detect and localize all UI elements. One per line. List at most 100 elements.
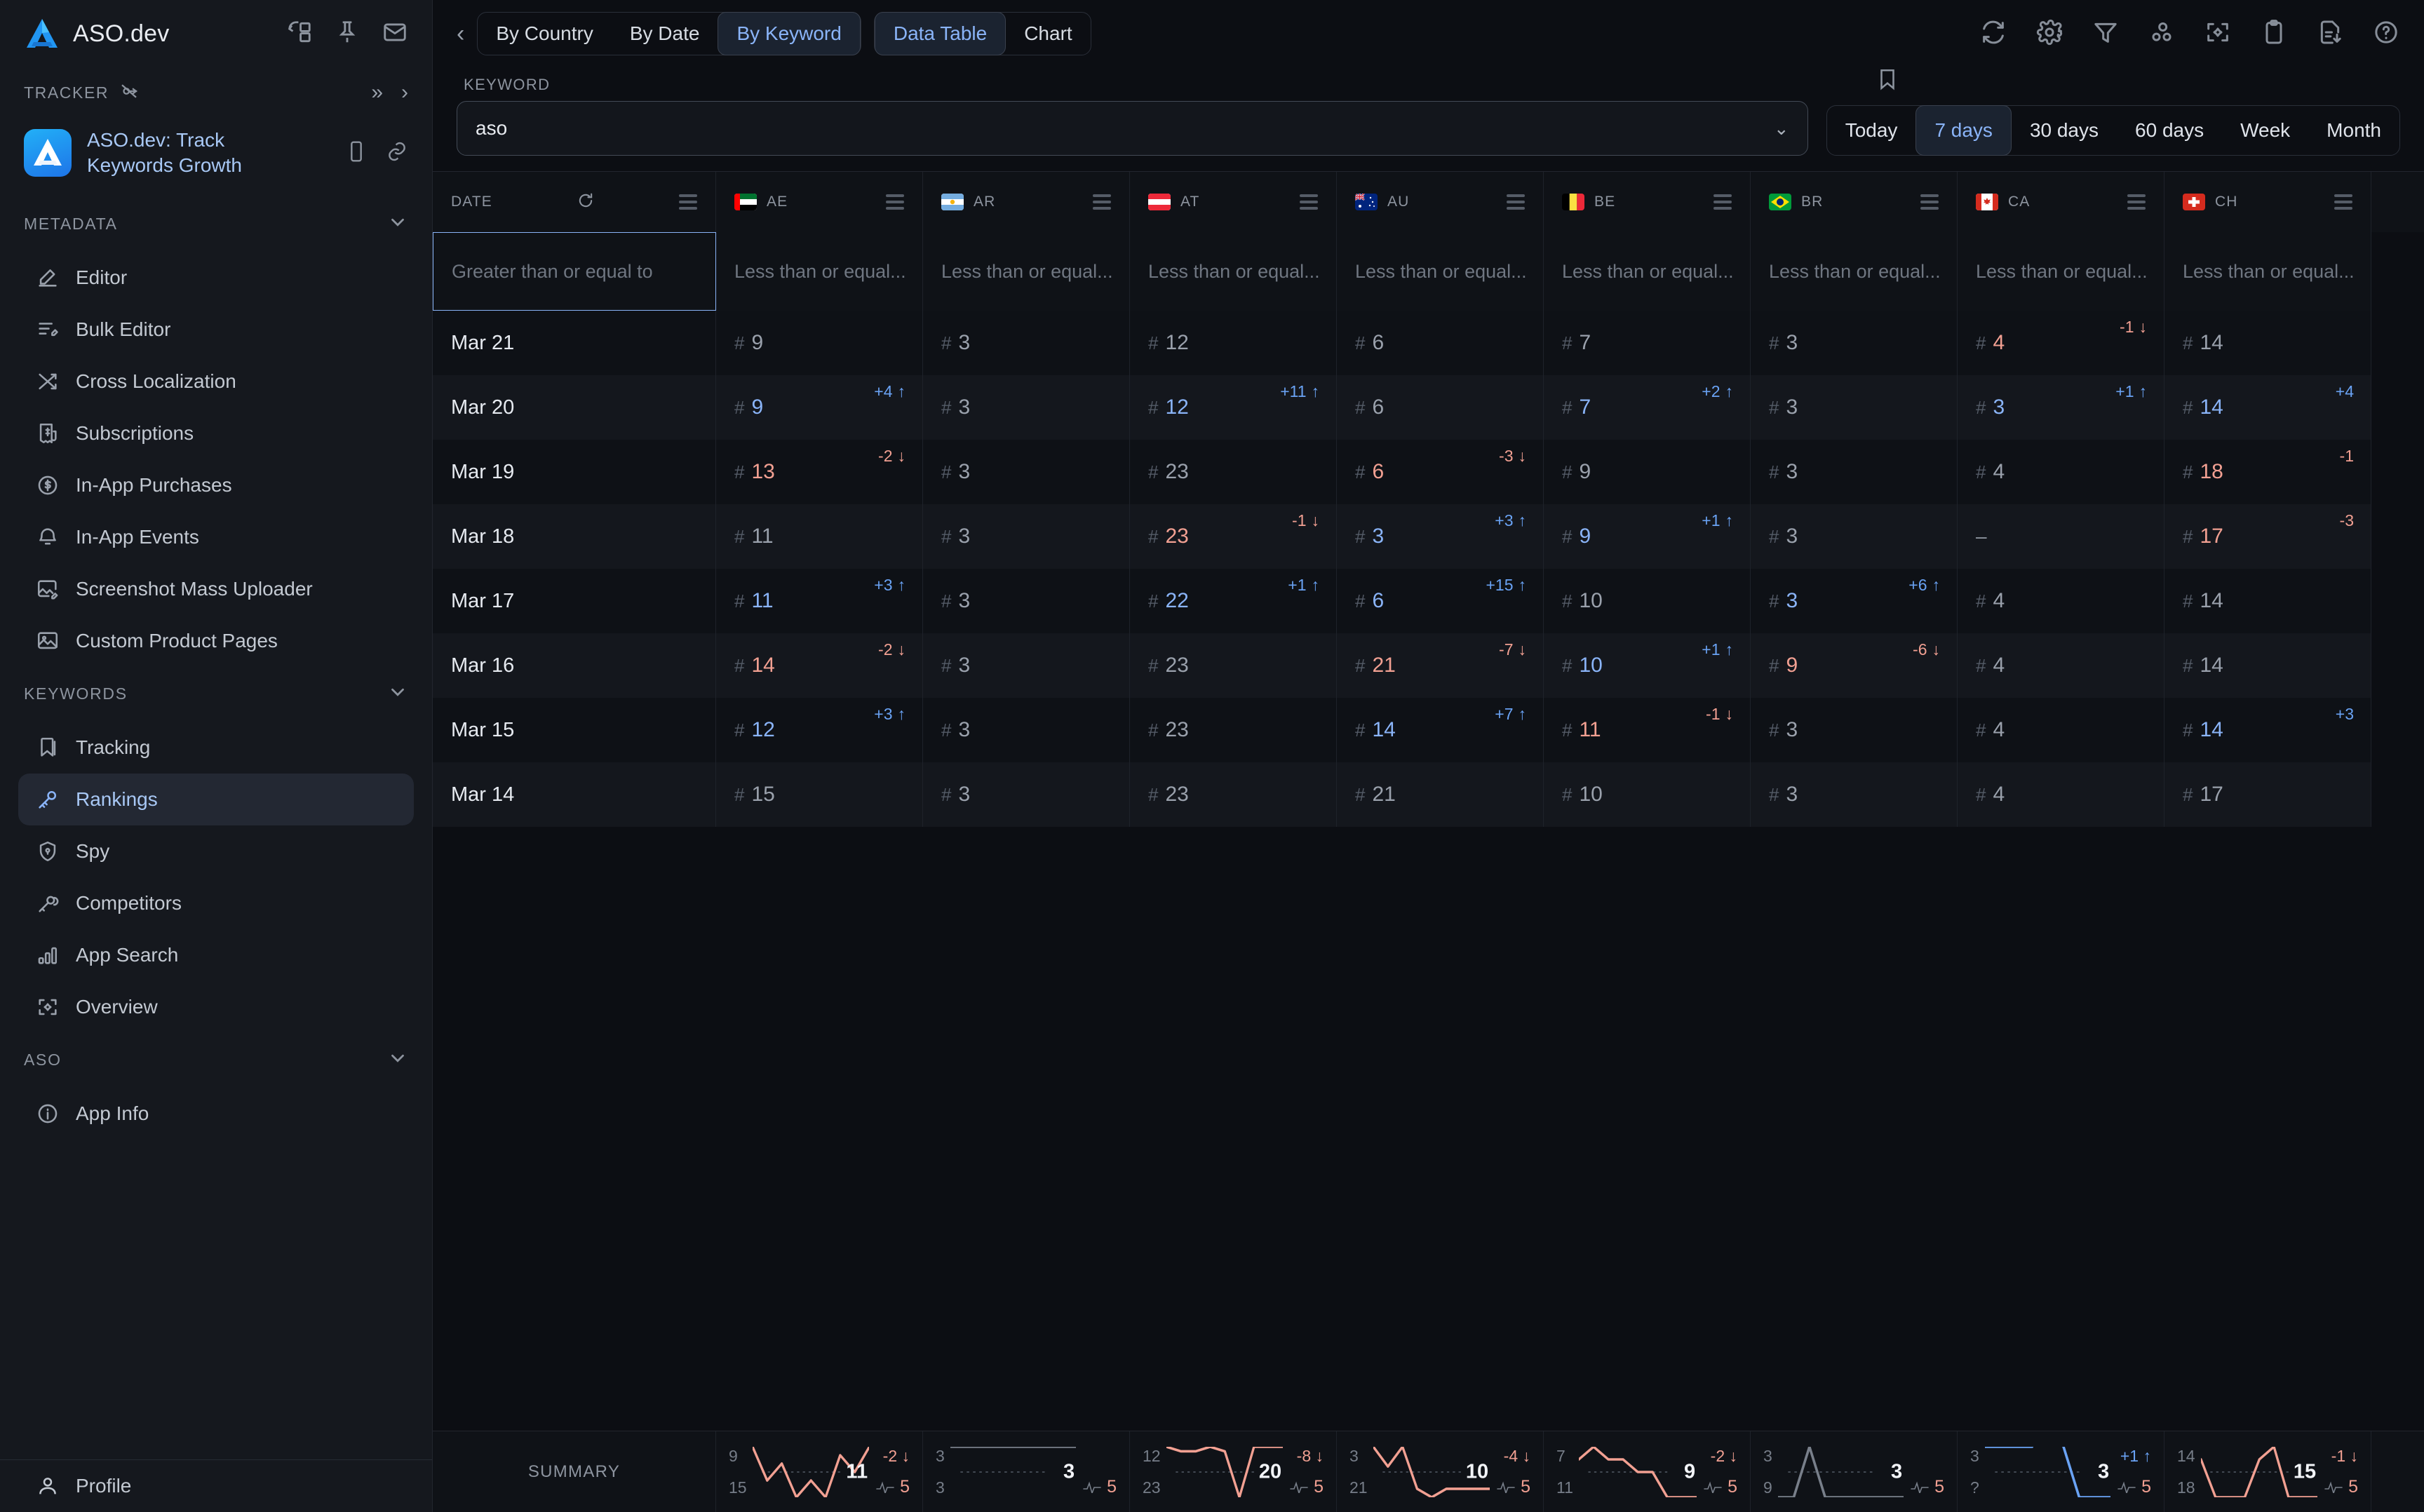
- cell-at[interactable]: #22 +1 ↑: [1130, 569, 1337, 633]
- filter-input-be[interactable]: Less than or equal...: [1544, 232, 1751, 311]
- keyword-select[interactable]: aso ⌄: [457, 101, 1808, 156]
- column-menu-icon[interactable]: [1920, 194, 1939, 210]
- column-header-au[interactable]: AU: [1337, 172, 1544, 232]
- cell-ar[interactable]: #3: [923, 375, 1130, 440]
- cell-ch[interactable]: #14 +4: [2164, 375, 2371, 440]
- filter-input-br[interactable]: Less than or equal...: [1751, 232, 1958, 311]
- cell-ae[interactable]: #9: [716, 311, 923, 375]
- filter-icon[interactable]: [2092, 18, 2120, 50]
- cell-ca[interactable]: #4: [1958, 762, 2164, 827]
- table-row[interactable]: Mar 21 #9 #3 #12 #6 #7 #3 #4 -1 ↓ #14: [433, 311, 2424, 375]
- summary-cell-ch[interactable]: 14 18 15 -1 ↓ 5: [2164, 1431, 2371, 1512]
- table-row[interactable]: Mar 20 #9 +4 ↑ #3 #12 +11 ↑ #6 #7 +2 ↑ #3 #3 +1 ↑ #1…: [433, 375, 2424, 440]
- cell-br[interactable]: #3: [1751, 375, 1958, 440]
- summary-cell-br[interactable]: 3935: [1751, 1431, 1958, 1512]
- filter-input-at[interactable]: Less than or equal...: [1130, 232, 1337, 311]
- summary-cell-be[interactable]: 7 11 9 -2 ↓ 5: [1544, 1431, 1751, 1512]
- cell-ca[interactable]: –: [1958, 504, 2164, 569]
- tab-data-table[interactable]: Data Table: [874, 12, 1006, 55]
- cell-ar[interactable]: #3: [923, 762, 1130, 827]
- cell-be[interactable]: #11 -1 ↓: [1544, 698, 1751, 762]
- cell-ar[interactable]: #3: [923, 698, 1130, 762]
- cell-ar[interactable]: #3: [923, 504, 1130, 569]
- sidebar-item-editor[interactable]: Editor: [18, 252, 414, 304]
- range-30-days[interactable]: 30 days: [2012, 105, 2117, 156]
- cell-br[interactable]: #3: [1751, 504, 1958, 569]
- cell-au[interactable]: #6 +15 ↑: [1337, 569, 1544, 633]
- tab-chart[interactable]: Chart: [1006, 12, 1090, 55]
- filter-input-au[interactable]: Less than or equal...: [1337, 232, 1544, 311]
- column-header-ae[interactable]: AE: [716, 172, 923, 232]
- cell-be[interactable]: #7 +2 ↑: [1544, 375, 1751, 440]
- cell-at[interactable]: #12 +11 ↑: [1130, 375, 1337, 440]
- column-header-ca[interactable]: CA: [1958, 172, 2164, 232]
- sidebar-item-bulk-editor[interactable]: Bulk Editor: [18, 304, 414, 356]
- cell-br[interactable]: #3: [1751, 311, 1958, 375]
- help-circle-icon[interactable]: [2372, 18, 2400, 50]
- cell-ae[interactable]: #9 +4 ↑: [716, 375, 923, 440]
- cell-ae[interactable]: #13 -2 ↓: [716, 440, 923, 504]
- gear-icon[interactable]: [2035, 18, 2063, 50]
- column-menu-icon[interactable]: [1300, 194, 1318, 210]
- cell-ae[interactable]: #11: [716, 504, 923, 569]
- tab-by-country[interactable]: By Country: [478, 12, 612, 55]
- filter-input-ca[interactable]: Less than or equal...: [1958, 232, 2164, 311]
- column-menu-icon[interactable]: [1093, 194, 1111, 210]
- cell-ca[interactable]: #4: [1958, 633, 2164, 698]
- export-doc-icon[interactable]: [2316, 18, 2344, 50]
- cell-br[interactable]: #3: [1751, 698, 1958, 762]
- cell-au[interactable]: #3 +3 ↑: [1337, 504, 1544, 569]
- table-row[interactable]: Mar 14 #15 #3 #23 #21 #10 #3 #4 #17: [433, 762, 2424, 827]
- table-row[interactable]: Mar 15 #12 +3 ↑ #3 #23 #14 +7 ↑ #11 -1 ↓ #3 #4 #14 +…: [433, 698, 2424, 762]
- column-header-at[interactable]: AT: [1130, 172, 1337, 232]
- sidebar-section-aso[interactable]: ASO: [0, 1033, 432, 1088]
- tab-by-date[interactable]: By Date: [612, 12, 718, 55]
- sidebar-item-app-info[interactable]: App Info: [18, 1088, 414, 1140]
- summary-cell-au[interactable]: 3 21 10 -4 ↓ 5: [1337, 1431, 1544, 1512]
- sidebar-item-subscriptions[interactable]: Subscriptions: [18, 407, 414, 459]
- cell-ch[interactable]: #17: [2164, 762, 2371, 827]
- collapse-sidebar-icon[interactable]: ›: [401, 82, 408, 103]
- cell-be[interactable]: #9 +1 ↑: [1544, 504, 1751, 569]
- cell-br[interactable]: #3 +6 ↑: [1751, 569, 1958, 633]
- cell-ae[interactable]: #14 -2 ↓: [716, 633, 923, 698]
- range-60-days[interactable]: 60 days: [2117, 105, 2222, 156]
- cell-ae[interactable]: #15: [716, 762, 923, 827]
- filter-input-date[interactable]: Greater than or equal to: [433, 232, 716, 311]
- column-header-date[interactable]: DATE: [433, 172, 716, 232]
- cell-ch[interactable]: #18 -1: [2164, 440, 2371, 504]
- cell-ch[interactable]: #17 -3: [2164, 504, 2371, 569]
- summary-cell-at[interactable]: 12 23 20 -8 ↓ 5: [1130, 1431, 1337, 1512]
- column-menu-icon[interactable]: [2127, 194, 2146, 210]
- back-button[interactable]: ‹: [451, 22, 477, 46]
- cell-at[interactable]: #23 -1 ↓: [1130, 504, 1337, 569]
- filter-input-ae[interactable]: Less than or equal...: [716, 232, 923, 311]
- column-header-be[interactable]: BE: [1544, 172, 1751, 232]
- range-7-days[interactable]: 7 days: [1915, 105, 2012, 156]
- expand-all-icon[interactable]: »: [371, 82, 383, 103]
- sidebar-item-app-search[interactable]: App Search: [18, 929, 414, 981]
- pin-icon[interactable]: [334, 19, 361, 49]
- cell-be[interactable]: #9: [1544, 440, 1751, 504]
- summary-cell-ar[interactable]: 3335: [923, 1431, 1130, 1512]
- refresh-icon[interactable]: [576, 191, 595, 214]
- cell-br[interactable]: #9 -6 ↓: [1751, 633, 1958, 698]
- cell-at[interactable]: #23: [1130, 698, 1337, 762]
- cell-at[interactable]: #23: [1130, 633, 1337, 698]
- cluster-icon[interactable]: [2148, 18, 2176, 50]
- summary-cell-ca[interactable]: 3? 3 +1 ↑ 5: [1958, 1431, 2164, 1512]
- cell-au[interactable]: #6 -3 ↓: [1337, 440, 1544, 504]
- sidebar-section-metadata[interactable]: METADATA: [0, 197, 432, 252]
- table-row[interactable]: Mar 16 #14 -2 ↓ #3 #23 #21 -7 ↓ #10 +1 ↑ #9 -6 ↓ #4…: [433, 633, 2424, 698]
- table-row[interactable]: Mar 17 #11 +3 ↑ #3 #22 +1 ↑ #6 +15 ↑ #10 #3 +6 ↑ #4…: [433, 569, 2424, 633]
- column-header-ar[interactable]: AR: [923, 172, 1130, 232]
- sidebar-item-tracking[interactable]: Tracking: [18, 722, 414, 774]
- tracked-app-row[interactable]: ASO.dev: Track Keywords Growth: [0, 118, 432, 197]
- sidebar-item-overview[interactable]: Overview: [18, 981, 414, 1033]
- filter-input-ch[interactable]: Less than or equal...: [2164, 232, 2371, 311]
- sidebar-item-in-app-events[interactable]: In-App Events: [18, 511, 414, 563]
- focus-target-icon[interactable]: [2204, 18, 2232, 50]
- cell-ar[interactable]: #3: [923, 440, 1130, 504]
- column-header-ch[interactable]: CH: [2164, 172, 2371, 232]
- range-week[interactable]: Week: [2222, 105, 2308, 156]
